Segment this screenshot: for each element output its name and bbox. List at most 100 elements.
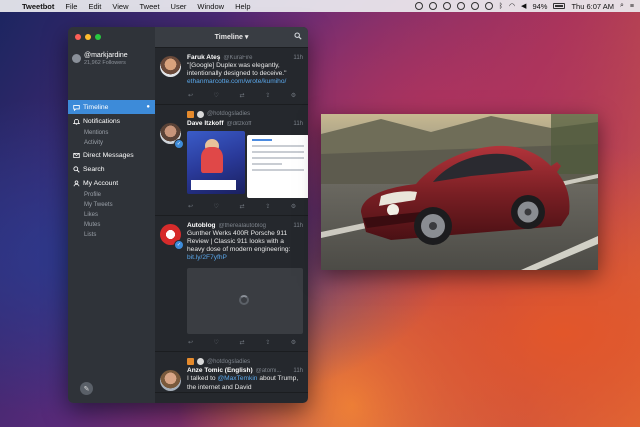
- bell-icon: [73, 118, 80, 125]
- more-icon[interactable]: ⚙: [290, 340, 297, 346]
- tweet-time: 11h: [293, 222, 303, 229]
- sidebar-item-profile[interactable]: Profile: [68, 190, 155, 200]
- sidebar-item-my-tweets[interactable]: My Tweets: [68, 200, 155, 210]
- search-icon[interactable]: [294, 32, 302, 40]
- battery-icon[interactable]: [553, 3, 566, 9]
- account-switcher[interactable]: @markjardine 21,962 Followers: [72, 52, 128, 66]
- sidebar-item-mutes[interactable]: Mutes: [68, 220, 155, 230]
- status-icon[interactable]: [456, 2, 465, 10]
- sidebar-item-label: My Account: [83, 179, 119, 187]
- envelope-icon: [73, 152, 80, 159]
- share-icon[interactable]: ⇪: [264, 204, 271, 210]
- tweet-author-name[interactable]: Anze Tomic (English): [187, 367, 253, 374]
- battery-percent[interactable]: 94%: [532, 2, 547, 11]
- sidebar-item-notifications[interactable]: Notifications: [68, 114, 155, 128]
- media-screenshot-line: [252, 156, 304, 159]
- tweet-author-handle[interactable]: @atomi...: [256, 368, 291, 374]
- retweet-icon[interactable]: ⇄: [239, 204, 246, 210]
- account-name: @markjardine: [84, 52, 128, 59]
- retweet-indicator: @hotdogsladies: [187, 110, 303, 118]
- tweet-author-handle[interactable]: @therealautoblog: [219, 223, 291, 229]
- media-thumbnail[interactable]: [247, 134, 308, 198]
- menu-edit[interactable]: Edit: [88, 2, 101, 11]
- tweet[interactable]: @hotdogsladies ✓ Dave Itzkoff @ditzkoff …: [155, 105, 308, 216]
- search-icon[interactable]: ⌕: [620, 2, 624, 10]
- timeline-column: Timeline ▾ Faruk Ateş @KuraFire 11h "[Go…: [155, 27, 308, 403]
- column-title[interactable]: Timeline ▾: [215, 33, 249, 41]
- heart-icon[interactable]: ♡: [213, 93, 220, 99]
- menu-file[interactable]: File: [65, 2, 77, 11]
- sidebar-item-label: Direct Messages: [83, 151, 134, 159]
- media-placeholder[interactable]: [187, 268, 303, 335]
- minimize-button[interactable]: [85, 34, 91, 40]
- tweet-author-name[interactable]: Autoblog: [187, 222, 216, 229]
- tweet-author-handle[interactable]: @KuraFire: [223, 55, 290, 61]
- traffic-lights: [75, 34, 101, 40]
- sidebar-item-lists[interactable]: Lists: [68, 230, 155, 240]
- menu-help[interactable]: Help: [235, 2, 250, 11]
- tweet[interactable]: @hotdogsladies Anze Tomic (English) @ato…: [155, 352, 308, 393]
- sidebar-item-activity[interactable]: Activity: [68, 138, 155, 148]
- apple-menu-icon[interactable]: [8, 2, 16, 10]
- media-thumbnail[interactable]: [187, 130, 245, 194]
- tweet-author-handle[interactable]: @ditzkoff: [226, 121, 290, 127]
- volume-icon[interactable]: ◀: [521, 2, 526, 10]
- status-icon[interactable]: [470, 2, 479, 10]
- media-screenshot-line: [252, 162, 282, 165]
- compose-button[interactable]: ✎: [80, 382, 93, 395]
- tweet-author-name[interactable]: Dave Itzkoff: [187, 120, 223, 127]
- sidebar-item-label: Notifications: [83, 117, 121, 125]
- heart-icon[interactable]: ♡: [213, 204, 220, 210]
- tweet[interactable]: Faruk Ateş @KuraFire 11h "[Google] Duple…: [155, 48, 308, 105]
- share-icon[interactable]: ⇪: [264, 93, 271, 99]
- menu-app-name[interactable]: Tweetbot: [22, 2, 54, 11]
- tweet-link[interactable]: ethanmarcotte.com/wrote/kumiho/: [187, 78, 286, 85]
- media-screenshot-line: [252, 168, 304, 171]
- menu-user[interactable]: User: [171, 2, 187, 11]
- sidebar-item-my-account[interactable]: My Account: [68, 176, 155, 190]
- close-button[interactable]: [75, 34, 81, 40]
- tweet-actions: ↩ ♡ ⇄ ⇪ ⚙: [187, 334, 303, 351]
- photo-viewer-image[interactable]: [321, 114, 598, 270]
- reply-icon[interactable]: ↩: [187, 340, 194, 346]
- more-icon[interactable]: ⚙: [290, 204, 297, 210]
- share-icon[interactable]: ⇪: [264, 340, 271, 346]
- retweeted-by[interactable]: @hotdogsladies: [207, 359, 250, 365]
- tweet-body: "[Google] Duplex was elegantly, intentio…: [187, 62, 287, 78]
- status-icon[interactable]: [442, 2, 451, 10]
- status-icon[interactable]: [414, 2, 423, 10]
- retweet-icon: [187, 358, 194, 366]
- sidebar-item-timeline[interactable]: Timeline ●: [68, 100, 155, 114]
- bluetooth-icon[interactable]: ᛒ: [499, 3, 503, 10]
- retweet-icon[interactable]: ⇄: [239, 340, 246, 346]
- avatar[interactable]: [160, 370, 181, 392]
- tweet-mention[interactable]: @MaxTemkin: [217, 375, 257, 382]
- retweet-icon[interactable]: ⇄: [239, 93, 246, 99]
- reply-icon[interactable]: ↩: [187, 93, 194, 99]
- retweeter-avatar: [197, 358, 204, 366]
- sidebar-item-search[interactable]: Search: [68, 162, 155, 176]
- menu-window[interactable]: Window: [197, 2, 224, 11]
- reply-icon[interactable]: ↩: [187, 204, 194, 210]
- wifi-icon[interactable]: ◠: [509, 2, 515, 10]
- sidebar-item-likes[interactable]: Likes: [68, 210, 155, 220]
- status-icon[interactable]: [428, 2, 437, 10]
- tweet-link[interactable]: bit.ly/2F7yfhP: [187, 254, 227, 261]
- menu-tweet[interactable]: Tweet: [140, 2, 160, 11]
- sidebar-item-direct-messages[interactable]: Direct Messages: [68, 148, 155, 162]
- more-icon[interactable]: ⚙: [290, 93, 297, 99]
- tweet-author-name[interactable]: Faruk Ateş: [187, 54, 220, 61]
- media-screenshot-line: [252, 138, 272, 141]
- menu-view[interactable]: View: [112, 2, 128, 11]
- menu-list-icon[interactable]: ≡: [630, 3, 634, 10]
- search-icon: [73, 165, 80, 173]
- heart-icon[interactable]: ♡: [213, 340, 220, 346]
- status-icon[interactable]: [484, 2, 493, 10]
- retweeted-by[interactable]: @hotdogsladies: [207, 111, 250, 117]
- avatar[interactable]: [160, 56, 181, 77]
- zoom-button[interactable]: [95, 34, 101, 40]
- retweet-indicator: @hotdogsladies: [187, 358, 303, 366]
- sidebar-item-mentions[interactable]: Mentions: [68, 128, 155, 138]
- clock[interactable]: Thu 6:07 AM: [571, 2, 614, 11]
- tweet[interactable]: ✓ Autoblog @therealautoblog 11h Gunther …: [155, 216, 308, 353]
